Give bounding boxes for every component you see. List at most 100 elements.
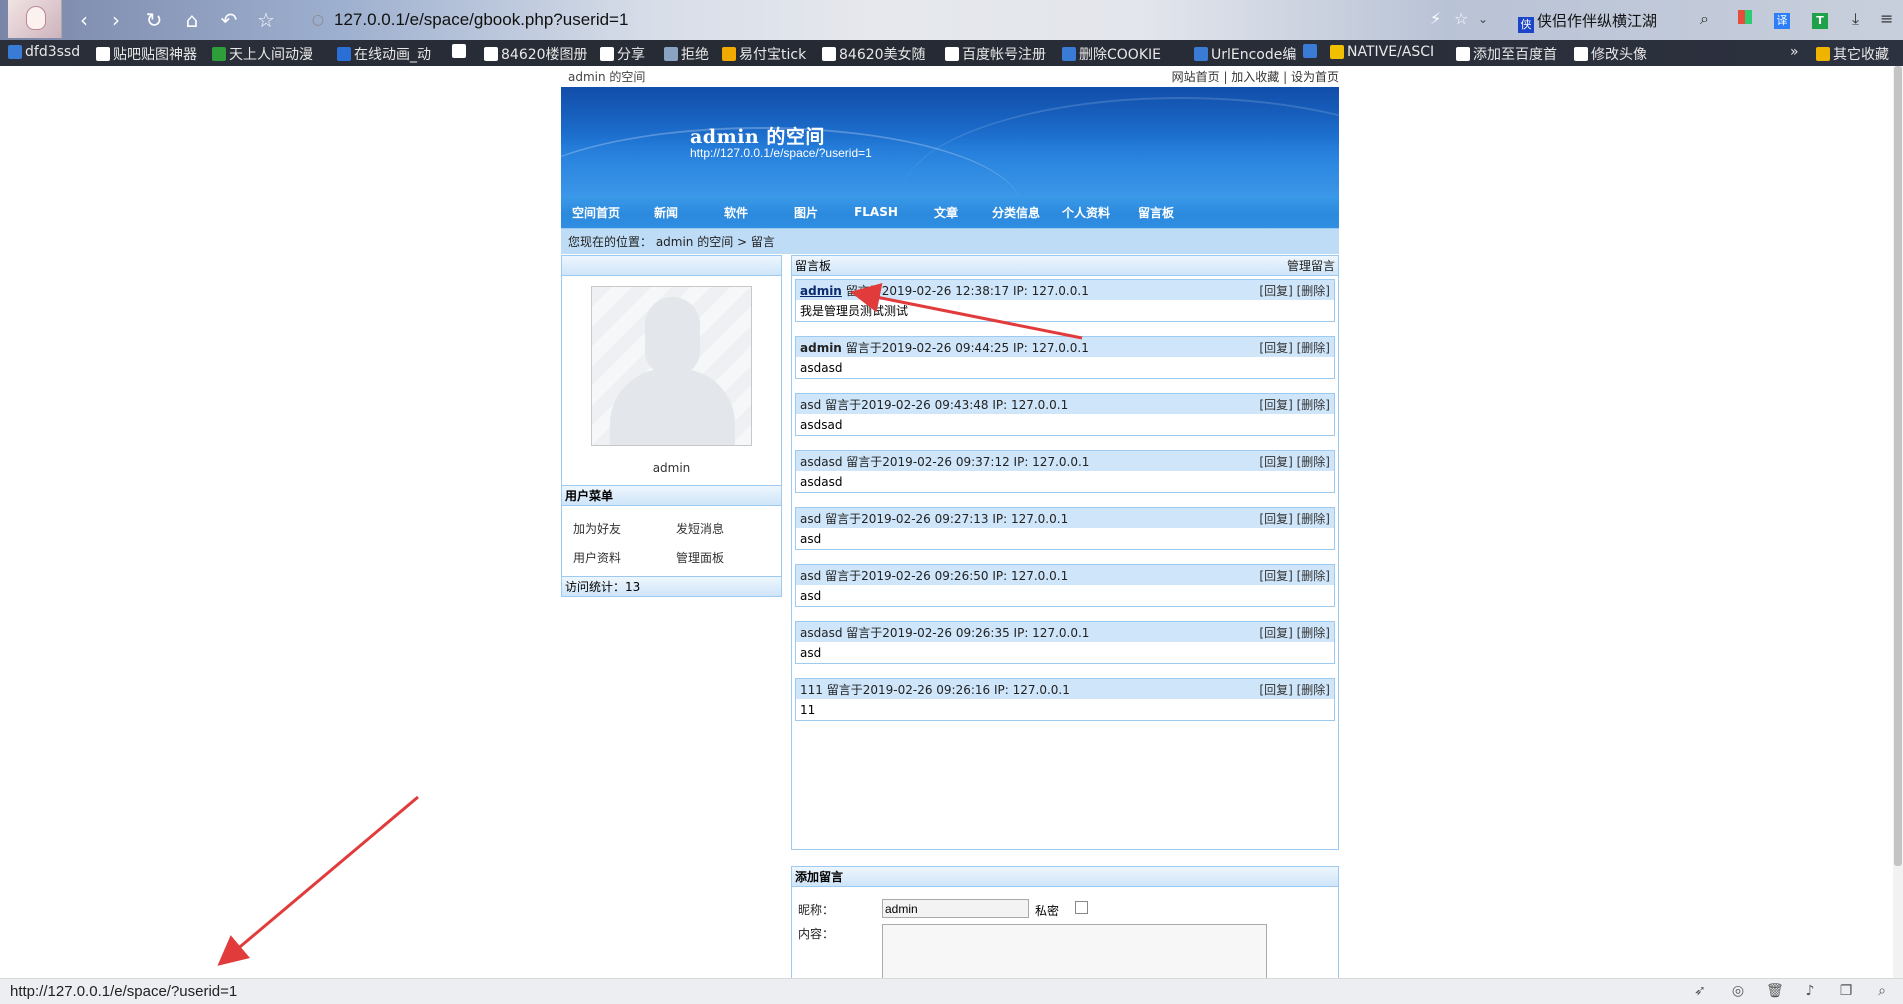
nav-item[interactable]: FLASH <box>841 205 911 219</box>
nav-item[interactable]: 个人资料 <box>1051 204 1121 221</box>
bookmark-item[interactable]: 天上人间动漫 <box>212 44 313 64</box>
reply-link[interactable]: [回复] <box>1259 341 1292 355</box>
bookmark-item[interactable]: 修改头像 <box>1574 44 1647 64</box>
bookmark-item[interactable] <box>452 44 469 58</box>
nav-item[interactable]: 留言板 <box>1121 204 1191 221</box>
message-item: admin 留言于2019-02-26 09:44:25 IP: 127.0.0… <box>795 336 1335 379</box>
topbar-links: 网站首页 | 加入收藏 | 设为首页 <box>1171 70 1339 84</box>
user-menu-title: 用户菜单 <box>562 486 781 506</box>
reply-link[interactable]: [回复] <box>1259 398 1292 412</box>
add-friend-link[interactable]: 加为好友 <box>573 520 676 537</box>
bookmark-label: 84620美女随 <box>839 47 926 63</box>
bookmark-item[interactable]: 易付宝tick <box>722 44 806 64</box>
add-favorite-link[interactable]: 加入收藏 <box>1231 70 1279 84</box>
address-bar[interactable]: 127.0.0.1/e/space/gbook.php?userid=1 <box>334 10 628 30</box>
bookmark-item[interactable]: 在线动画_动 <box>337 44 431 64</box>
zoom-icon[interactable]: ⌕ <box>1874 983 1890 999</box>
speed-icon[interactable]: ◎ <box>1730 983 1746 999</box>
menu-icon[interactable]: ≡ <box>1880 8 1893 30</box>
bookmark-item[interactable]: 贴吧贴图神器 <box>96 44 197 64</box>
bookmark-item[interactable]: 84620美女随 <box>822 44 926 64</box>
breadcrumb: 您现在的位置： admin 的空间 > 留言 <box>561 228 1339 254</box>
delete-link[interactable]: [删除] <box>1297 398 1330 412</box>
nav-item[interactable]: 新闻 <box>631 204 701 221</box>
bookmark-item[interactable]: 百度帐号注册 <box>945 44 1046 64</box>
trash-icon[interactable]: 🗑 <box>1766 983 1784 999</box>
bookmark-item[interactable]: 分享 <box>600 44 645 64</box>
nav-item[interactable]: 软件 <box>701 204 771 221</box>
nav-item[interactable]: 分类信息 <box>981 204 1051 221</box>
message-body: asd <box>796 585 1334 606</box>
nav-item[interactable]: 空间首页 <box>561 204 631 221</box>
delete-link[interactable]: [删除] <box>1297 626 1330 640</box>
refresh-icon[interactable]: ↻ <box>142 8 166 32</box>
manage-messages-link[interactable]: 管理留言 <box>1287 257 1335 274</box>
site-shortcut[interactable]: 侠侠侣作伴纵横江湖 <box>1518 10 1657 33</box>
delete-link[interactable]: [删除] <box>1297 341 1330 355</box>
forward-icon[interactable]: › <box>104 8 128 32</box>
site-home-link[interactable]: 网站首页 <box>1172 70 1220 84</box>
avatar <box>591 286 752 446</box>
delete-link[interactable]: [删除] <box>1297 284 1330 298</box>
add-message-form: 添加留言 昵称： 私密 内容： <box>791 866 1339 994</box>
guestbook-column: 留言板 管理留言 admin 留言于2019-02-26 12:38:17 IP… <box>791 255 1339 994</box>
more-bookmarks-icon[interactable]: » <box>1790 44 1799 60</box>
reply-link[interactable]: [回复] <box>1259 512 1292 526</box>
message-header: 111 留言于2019-02-26 09:26:16 IP: 127.0.0.1… <box>796 679 1334 699</box>
volume-icon[interactable]: ♪ <box>1802 983 1818 999</box>
delete-link[interactable]: [删除] <box>1297 455 1330 469</box>
bookmark-item[interactable]: 其它收藏 <box>1816 44 1889 64</box>
private-label: 私密 <box>1035 904 1060 918</box>
reply-link[interactable]: [回复] <box>1259 284 1292 298</box>
bookmark-item[interactable]: UrlEncode编 <box>1194 44 1296 64</box>
delete-link[interactable]: [删除] <box>1297 683 1330 697</box>
download-icon[interactable]: ⤓ <box>1852 8 1859 30</box>
bookmark-item[interactable]: dfd3ssd <box>8 44 80 60</box>
back-icon[interactable]: ‹ <box>72 8 96 32</box>
message-item: 111 留言于2019-02-26 09:26:16 IP: 127.0.0.1… <box>795 678 1335 721</box>
send-message-link[interactable]: 发短消息 <box>676 520 779 537</box>
apps-grid-icon[interactable] <box>1738 8 1752 30</box>
user-profile-link[interactable]: 用户资料 <box>573 549 676 566</box>
translate-icon[interactable]: 译 <box>1774 8 1790 30</box>
reply-link[interactable]: [回复] <box>1259 569 1292 583</box>
reply-link[interactable]: [回复] <box>1259 455 1292 469</box>
bookmark-item[interactable]: NATIVE/ASCI <box>1330 44 1434 60</box>
home-icon[interactable]: ⌂ <box>180 8 204 32</box>
set-homepage-link[interactable]: 设为首页 <box>1291 70 1339 84</box>
bookmark-item[interactable] <box>1303 44 1320 58</box>
message-list: admin 留言于2019-02-26 12:38:17 IP: 127.0.0… <box>792 276 1338 721</box>
bookmark-icon <box>1456 47 1470 61</box>
delete-link[interactable]: [删除] <box>1297 512 1330 526</box>
bookmark-icon <box>212 47 226 61</box>
bookmark-star-icon[interactable]: ☆ <box>1454 8 1468 30</box>
search-icon[interactable]: ⌕ <box>1700 8 1709 30</box>
extension-t-icon[interactable]: T <box>1812 8 1828 30</box>
dropdown-icon[interactable]: ⌄ <box>1478 8 1488 30</box>
admin-panel-link[interactable]: 管理面板 <box>676 549 779 566</box>
nickname-input[interactable] <box>882 899 1029 918</box>
rocket-icon[interactable]: ➶ <box>1692 983 1708 999</box>
scrollbar-thumb[interactable] <box>1894 66 1902 866</box>
private-checkbox[interactable] <box>1075 901 1088 914</box>
profile-username: admin <box>652 461 691 475</box>
lightning-icon[interactable]: ⚡ <box>1430 8 1441 30</box>
bookmark-label: NATIVE/ASCI <box>1347 44 1435 60</box>
bookmark-item[interactable]: 添加至百度首 <box>1456 44 1557 64</box>
bookmark-label: 添加至百度首 <box>1473 47 1557 63</box>
profile-avatar-icon[interactable] <box>8 0 62 38</box>
nav-item[interactable]: 文章 <box>911 204 981 221</box>
reply-link[interactable]: [回复] <box>1259 683 1292 697</box>
message-author[interactable]: admin <box>800 284 842 298</box>
delete-link[interactable]: [删除] <box>1297 569 1330 583</box>
page-info-icon[interactable]: ○ <box>306 8 330 32</box>
message-body: asd <box>796 642 1334 663</box>
nav-item[interactable]: 图片 <box>771 204 841 221</box>
bookmark-item[interactable]: 删除COOKIE <box>1062 44 1161 64</box>
favorite-star-icon[interactable]: ☆ <box>254 8 278 32</box>
bookmark-item[interactable]: 84620楼图册 <box>484 44 588 64</box>
undo-close-tab-icon[interactable]: ↶ <box>217 8 241 32</box>
bookmark-item[interactable]: 拒绝 <box>664 44 709 64</box>
reply-link[interactable]: [回复] <box>1259 626 1292 640</box>
window-icon[interactable]: ❐ <box>1838 983 1854 999</box>
